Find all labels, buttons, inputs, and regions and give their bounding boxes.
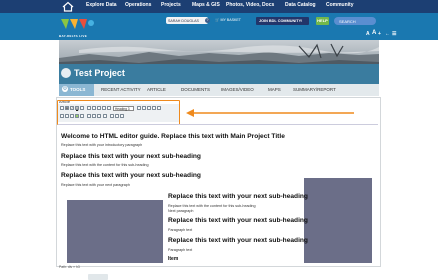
content-image-left[interactable] xyxy=(67,200,163,263)
font-size-small-icon[interactable]: A xyxy=(366,31,370,37)
content-image-right[interactable] xyxy=(304,178,372,263)
nav-operations[interactable]: Operations xyxy=(125,2,151,8)
sub-heading-3: Replace this text with your next sub-hea… xyxy=(168,193,308,200)
bottom-tab[interactable] xyxy=(88,274,108,280)
font-size-large-icon[interactable]: A xyxy=(372,30,376,36)
join-community-button[interactable]: JOIN BDL COMMUNITY! xyxy=(256,17,309,25)
my-basket-link[interactable]: 🛒 MY BASKET xyxy=(215,18,241,22)
intro-paragraph: Replace this text with your introductory… xyxy=(61,143,143,147)
paragraph-2: Replace this text with your next paragra… xyxy=(61,183,130,187)
toolbar-divider xyxy=(58,124,378,125)
paragraph-5: Paragraph text xyxy=(168,248,193,252)
nav-data-catalog[interactable]: Data Catalog xyxy=(285,2,316,8)
search-placeholder: SEARCH xyxy=(339,19,356,24)
tab-article[interactable]: ARTICLE xyxy=(147,87,166,92)
tab-documents[interactable]: DOCUMENTS xyxy=(181,87,210,92)
page-title: Test Project xyxy=(74,68,125,78)
logo-text: BAY-DELTA LIVE xyxy=(59,34,88,38)
tab-tools-label: TOOLS xyxy=(70,87,86,92)
search-input[interactable]: SEARCH xyxy=(334,17,376,25)
home-icon[interactable] xyxy=(62,1,74,12)
plus-icon[interactable]: + xyxy=(378,31,381,37)
tab-summary-report[interactable]: SUMMARY/REPORT xyxy=(293,87,336,92)
project-icon xyxy=(61,68,71,78)
sub-heading-1: Replace this text with your next sub-hea… xyxy=(61,153,201,160)
nav-photos-video-docs[interactable]: Photos, Video, Docs xyxy=(226,2,274,8)
paragraph-4: Paragraph text xyxy=(168,228,193,232)
sub-heading-4: Replace this text with your next sub-hea… xyxy=(168,217,308,224)
tools-icon: ⚙ xyxy=(62,86,68,92)
tab-recent-activity[interactable]: RECENT ACTIVITY xyxy=(101,87,141,92)
share-icon[interactable]: ← xyxy=(385,31,390,37)
nav-maps-gis[interactable]: Maps & GIS xyxy=(192,2,220,8)
tab-images-video[interactable]: IMAGES/VIDEO xyxy=(221,87,254,92)
paragraph-3a: Replace this text with the content for t… xyxy=(168,204,256,208)
sub-heading-5: Replace this text with your next sub-hea… xyxy=(168,237,308,244)
nav-projects[interactable]: Projects xyxy=(161,2,181,8)
help-button[interactable]: HELP xyxy=(316,17,329,25)
paragraph-3b: Next paragraph xyxy=(168,209,194,213)
menu-icon[interactable]: ☰ xyxy=(392,31,396,37)
sub-heading-2: Replace this text with your next sub-hea… xyxy=(61,172,201,179)
nav-explore-data[interactable]: Explore Data xyxy=(86,2,117,8)
toolbar-highlight-box xyxy=(57,100,180,125)
user-welcome[interactable]: SARAH DOUGLAS xyxy=(166,17,208,24)
user-menu-icon[interactable]: ? xyxy=(205,18,210,23)
nav-community[interactable]: Community xyxy=(326,2,354,8)
tab-maps[interactable]: MAPS xyxy=(268,87,281,92)
list-item: Item xyxy=(168,256,179,262)
paragraph-1: Replace this text with the content for t… xyxy=(61,163,149,167)
arrow-left-icon xyxy=(186,109,354,117)
main-heading: Welcome to HTML editor guide. Replace th… xyxy=(61,133,285,140)
editor-path: Path: div » h3 xyxy=(59,265,80,269)
